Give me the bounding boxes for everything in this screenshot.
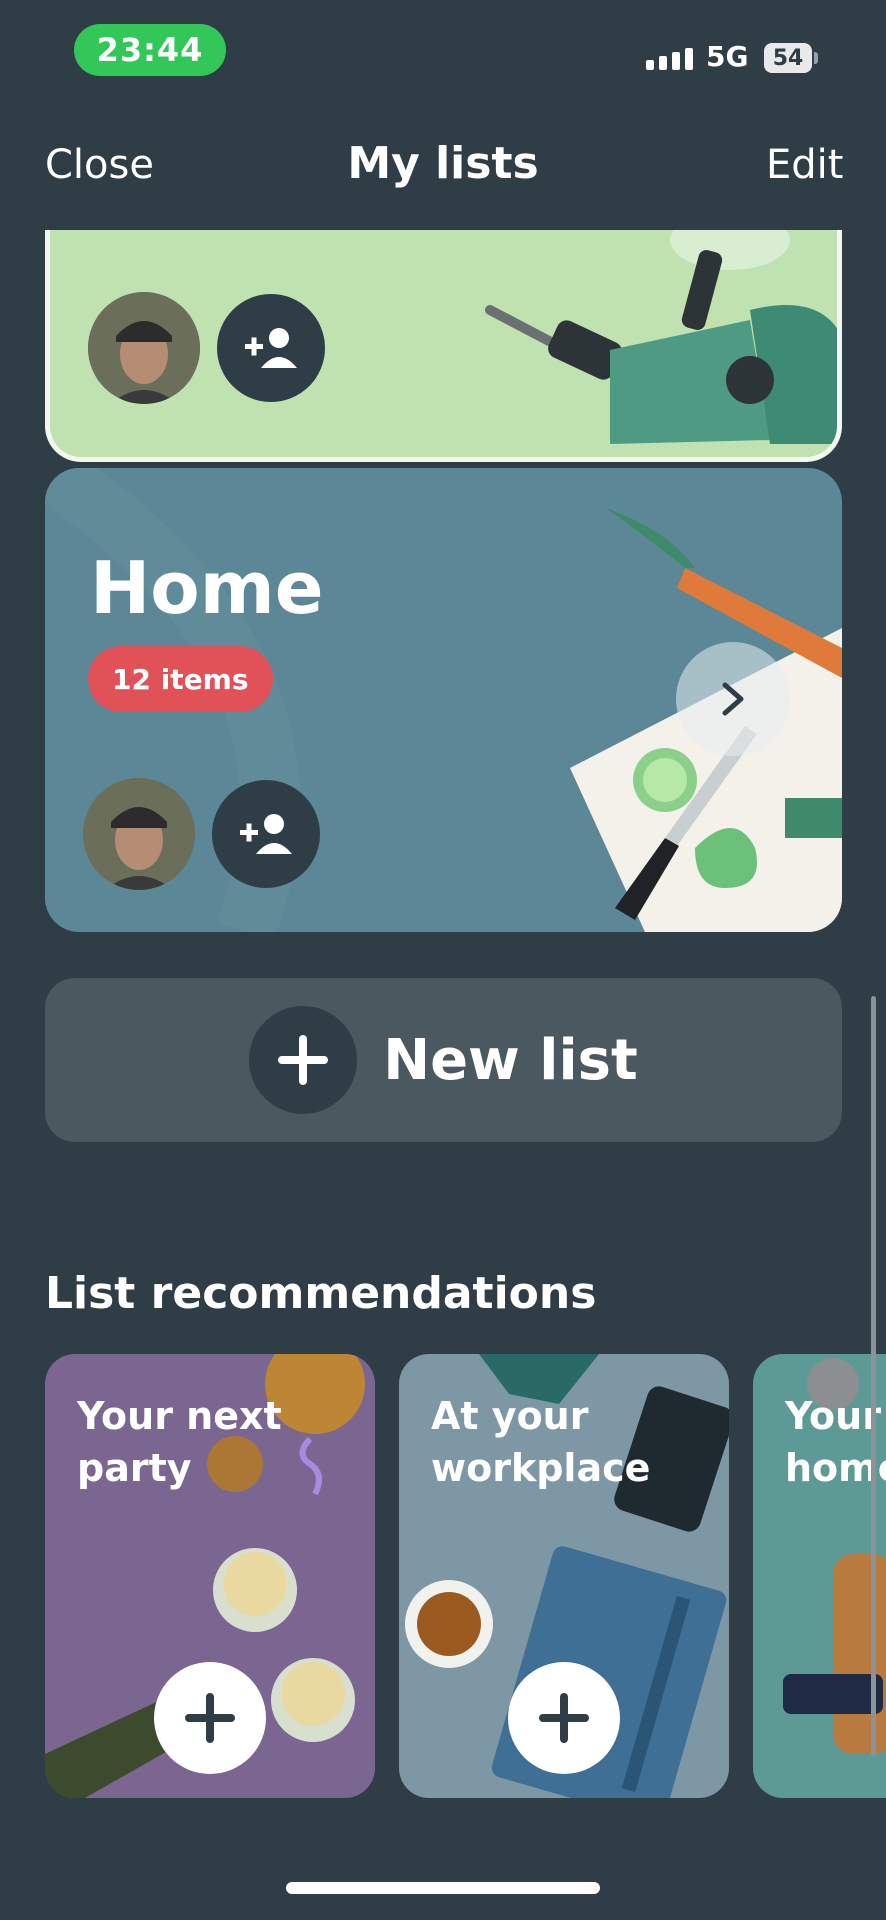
list-title: Home bbox=[90, 546, 324, 630]
page-title: My lists bbox=[347, 138, 539, 189]
recommendation-title: Your next party bbox=[77, 1394, 282, 1490]
recommendation-card-home[interactable]: Your home bbox=[753, 1354, 886, 1798]
network-type: 5G bbox=[706, 40, 749, 73]
add-person-icon bbox=[240, 814, 292, 854]
list-card-green[interactable] bbox=[45, 230, 842, 462]
chevron-right-icon bbox=[722, 682, 744, 716]
plus-icon bbox=[185, 1693, 235, 1743]
new-list-label: New list bbox=[383, 1027, 638, 1093]
plus-icon bbox=[249, 1006, 358, 1114]
scrollbar[interactable] bbox=[871, 996, 876, 1756]
recommendation-title: At your workplace bbox=[431, 1394, 651, 1490]
home-indicator bbox=[286, 1882, 600, 1894]
item-count-badge: 12 items bbox=[88, 646, 273, 712]
add-person-icon bbox=[245, 328, 297, 368]
section-title: List recommendations bbox=[45, 1268, 597, 1319]
add-recommendation-button[interactable] bbox=[508, 1662, 620, 1774]
list-card-home[interactable]: Home 12 items bbox=[45, 468, 842, 932]
signal-icon bbox=[646, 48, 693, 70]
plus-icon bbox=[539, 1693, 589, 1743]
add-member-button[interactable] bbox=[212, 780, 320, 888]
new-list-button[interactable]: New list bbox=[45, 978, 842, 1142]
add-recommendation-button[interactable] bbox=[154, 1662, 266, 1774]
recommendation-card-party[interactable]: Your next party bbox=[45, 1354, 375, 1798]
recommendation-card-workplace[interactable]: At your workplace bbox=[399, 1354, 729, 1798]
add-member-button[interactable] bbox=[217, 294, 325, 402]
edit-button[interactable]: Edit bbox=[766, 142, 843, 188]
avatar bbox=[88, 292, 200, 404]
open-list-button[interactable] bbox=[676, 642, 790, 756]
status-time: 23:44 bbox=[74, 24, 226, 76]
battery-tip bbox=[814, 52, 818, 64]
battery-icon: 54 bbox=[764, 43, 812, 73]
avatar bbox=[83, 778, 195, 890]
